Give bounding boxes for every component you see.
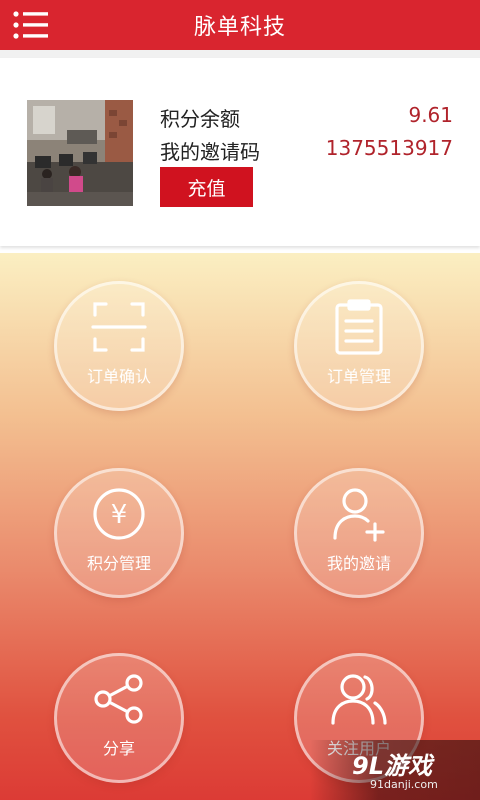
points-balance-label: 积分余额 [160,107,240,131]
scan-icon [91,302,147,352]
tile-label: 分享 [102,739,135,758]
avatar[interactable] [27,100,133,206]
tile-order-manage[interactable]: 订单管理 [294,281,424,411]
share-icon [94,674,143,724]
menu-icon[interactable] [12,9,50,41]
points-balance-value: 9.61 [408,103,453,127]
tile-label: 积分管理 [86,554,151,573]
account-card: 积分余额 9.61 我的邀请码 1375513917 充值 [0,58,480,246]
tile-order-confirm[interactable]: 订单确认 [54,281,184,411]
function-grid: 订单确认 订单管理 ¥ 积分管理 我的邀请 分享 [0,253,480,800]
tile-label: 订单确认 [86,367,151,386]
watermark-brand: 9L游戏 [352,752,432,780]
invite-code-label: 我的邀请码 [160,140,260,164]
app-header: 脉单科技 [0,0,480,50]
invite-code-value: 1375513917 [325,136,453,160]
add-user-icon [333,488,385,542]
tile-share[interactable]: 分享 [54,653,184,783]
tile-label: 订单管理 [326,367,391,386]
svg-text:¥: ¥ [111,500,128,530]
divider [0,50,480,58]
site-watermark: 9L游戏 91danji.com [310,740,480,800]
tile-my-invites[interactable]: 我的邀请 [294,468,424,598]
users-icon [331,674,387,725]
page-title: 脉单科技 [193,15,286,40]
tile-label: 我的邀请 [326,554,391,573]
recharge-button[interactable]: 充值 [160,167,253,207]
watermark-url: 91danji.com [370,778,438,791]
tile-points-manage[interactable]: ¥ 积分管理 [54,468,184,598]
clipboard-icon [335,299,383,355]
yen-coin-icon: ¥ [93,488,145,540]
